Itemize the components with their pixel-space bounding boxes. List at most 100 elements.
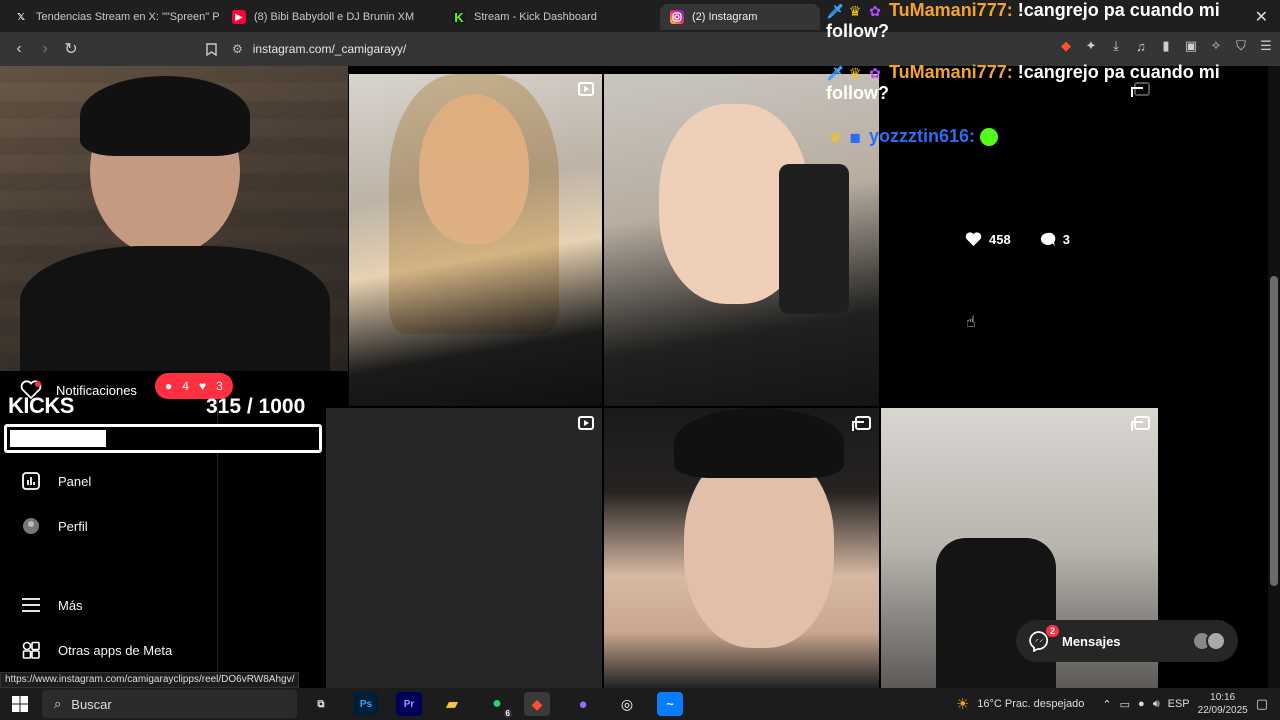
messenger-app-icon[interactable]: ~ — [657, 692, 683, 716]
windows-taskbar: ⌕ Buscar ⧉ Ps Pr ▰ ● 6 ◆ ● ◎ ~ ☀ 16°C Pra… — [0, 688, 1280, 720]
site-settings-icon[interactable]: ⚙ — [232, 42, 243, 56]
hand-cursor-icon: ☝ — [966, 314, 976, 331]
tab-label: Stream - Kick Dashboard — [474, 11, 597, 23]
search-placeholder: Buscar — [71, 696, 112, 712]
whatsapp-icon[interactable]: ● 6 — [484, 692, 512, 718]
kicks-goal: / 1000 — [246, 395, 306, 418]
post-thumbnail[interactable] — [604, 74, 879, 406]
post-hover-stats: 458 3 — [965, 232, 1070, 247]
task-view-icon[interactable]: ⧉ — [308, 692, 334, 716]
chat-badges: ♛ ◼ — [826, 128, 864, 146]
brave-browser-icon[interactable]: ◆ — [524, 692, 550, 716]
messages-badge: 2 — [1046, 625, 1060, 637]
volume-icon[interactable]: 🔊︎ — [1153, 698, 1160, 711]
sidebar-item-label: Perfil — [58, 518, 88, 534]
bookmark-icon[interactable] — [198, 36, 224, 62]
tab-youtube[interactable]: ▶ (8) Bibi Babydoll e DJ Brunin XM — [222, 4, 438, 30]
avatar — [20, 515, 42, 537]
meta-apps-icon — [20, 639, 42, 661]
clock[interactable]: 10:16 22/09/2025 — [1198, 691, 1248, 717]
post-photo-subject — [684, 448, 834, 648]
microphone-icon[interactable]: ● — [1138, 698, 1145, 710]
tab-x-trends[interactable]: 𝕏 Tendencias Stream en X: ""Spreen" P — [4, 4, 220, 30]
post-photo-beanie — [674, 408, 844, 478]
messages-avatars — [1192, 631, 1226, 651]
system-tray: ☀ 16°C Prac. despejado ⌃ ▭ ● 🔊︎ ESP 10:1… — [956, 688, 1280, 720]
tab-label: Tendencias Stream en X: ""Spreen" P — [36, 11, 220, 23]
chat-message: 🗡 ♛ ✿ TuMamani777: !cangrejo pa cuando m… — [826, 0, 1220, 42]
taskbar-search[interactable]: ⌕ Buscar — [42, 690, 297, 718]
windows-start-button[interactable] — [0, 688, 40, 720]
sidebar-item-meta-apps[interactable]: Otras apps de Meta — [20, 639, 172, 661]
heart-icon: ♥ — [198, 379, 207, 393]
emote-icon — [980, 128, 999, 147]
notif-likes-count: 3 — [216, 379, 223, 393]
address-bar[interactable]: ⚙ instagram.com/_camigarayy/ — [232, 36, 792, 62]
chat-username: yozzztin616: — [869, 126, 976, 146]
sidebar-item-label: Más — [58, 597, 83, 613]
clock-time: 10:16 — [1210, 692, 1236, 703]
kicks-progress-fill — [10, 430, 106, 447]
photoshop-icon[interactable]: Ps — [353, 692, 379, 716]
youtube-icon: ▶ — [232, 10, 246, 24]
post-photo-group — [936, 538, 1056, 688]
link-status-bar: https://www.instagram.com/camigarayclipp… — [0, 672, 300, 688]
reload-icon[interactable]: ↻ — [58, 36, 84, 62]
subscriber-badge-icon: ✿ — [869, 64, 881, 81]
sidebar-item-panel[interactable]: Panel — [20, 470, 91, 492]
window-close-icon[interactable]: ✕ — [1255, 7, 1268, 27]
forward-icon[interactable]: › — [32, 36, 58, 62]
chevron-up-icon[interactable]: ⌃ — [1102, 698, 1111, 711]
back-icon[interactable]: ‹ — [6, 36, 32, 62]
webcam-person-jacket — [20, 246, 330, 371]
profile-posts-grid — [326, 74, 1158, 688]
comments-count: 3 — [1062, 232, 1070, 247]
chat-text: !cangrejo pa cuando mi — [1012, 62, 1220, 82]
chat-badges: 🗡 ♛ ✿ — [826, 2, 884, 20]
webcam-person-hair — [80, 76, 250, 156]
comments-stat: 3 — [1039, 232, 1070, 247]
instagram-icon — [670, 10, 684, 24]
og-badge-icon: ◼ — [849, 128, 861, 145]
chat-message: 🗡 ♛ ✿ TuMamani777: !cangrejo pa cuando m… — [826, 62, 1220, 104]
vpn-icon[interactable]: ⛉ — [1233, 38, 1249, 54]
chat-text-continued: follow? — [826, 21, 889, 41]
reel-icon — [578, 82, 594, 96]
likes-count: 458 — [989, 232, 1011, 247]
url-text: instagram.com/_camigarayy/ — [252, 42, 407, 56]
carousel-icon — [1131, 416, 1150, 431]
tab-label: (2) Instagram — [692, 11, 758, 23]
discord-icon[interactable]: ● — [570, 692, 596, 716]
language-indicator[interactable]: ESP — [1168, 698, 1190, 710]
messages-button[interactable]: 2 Mensajes — [1016, 620, 1238, 662]
sidebar-item-label: Otras apps de Meta — [58, 642, 173, 658]
crown-badge-icon: ♛ — [848, 2, 862, 19]
tab-kick-dashboard[interactable]: K Stream - Kick Dashboard — [442, 4, 658, 30]
notif-comments-count: 4 — [182, 379, 189, 393]
post-thumbnail[interactable] — [326, 408, 602, 688]
subscriber-badge-icon: ✿ — [869, 2, 881, 19]
search-icon: ⌕ — [54, 696, 62, 711]
crown-badge-icon: ♛ — [848, 64, 862, 81]
obs-icon[interactable]: ◎ — [614, 692, 640, 716]
post-thumbnail[interactable] — [604, 408, 879, 688]
sword-badge-icon: 🗡 — [826, 2, 844, 19]
network-icon[interactable]: ▭ — [1120, 698, 1130, 711]
menu-icon[interactable]: ☰ — [1258, 38, 1274, 54]
tab-instagram[interactable]: (2) Instagram — [660, 4, 820, 30]
whatsapp-badge: 6 — [503, 709, 512, 718]
weather-icon: ☀ — [955, 696, 970, 713]
reel-icon — [578, 416, 594, 430]
page-scrollbar[interactable] — [1268, 66, 1280, 688]
post-thumbnail[interactable] — [349, 74, 602, 406]
likes-stat: 458 — [965, 232, 1011, 247]
notification-center-icon[interactable]: ▢ — [1256, 696, 1268, 712]
scrollbar-thumb[interactable] — [1270, 276, 1278, 586]
chat-text-continued: follow? — [826, 83, 889, 103]
sidebar-item-profile[interactable]: Perfil — [20, 515, 88, 537]
chat-text: !cangrejo pa cuando mi — [1012, 0, 1220, 20]
file-explorer-icon[interactable]: ▰ — [439, 692, 465, 716]
kicks-progress-bar — [4, 424, 322, 453]
sidebar-item-more[interactable]: Más — [20, 594, 83, 616]
premiere-icon[interactable]: Pr — [396, 692, 422, 716]
